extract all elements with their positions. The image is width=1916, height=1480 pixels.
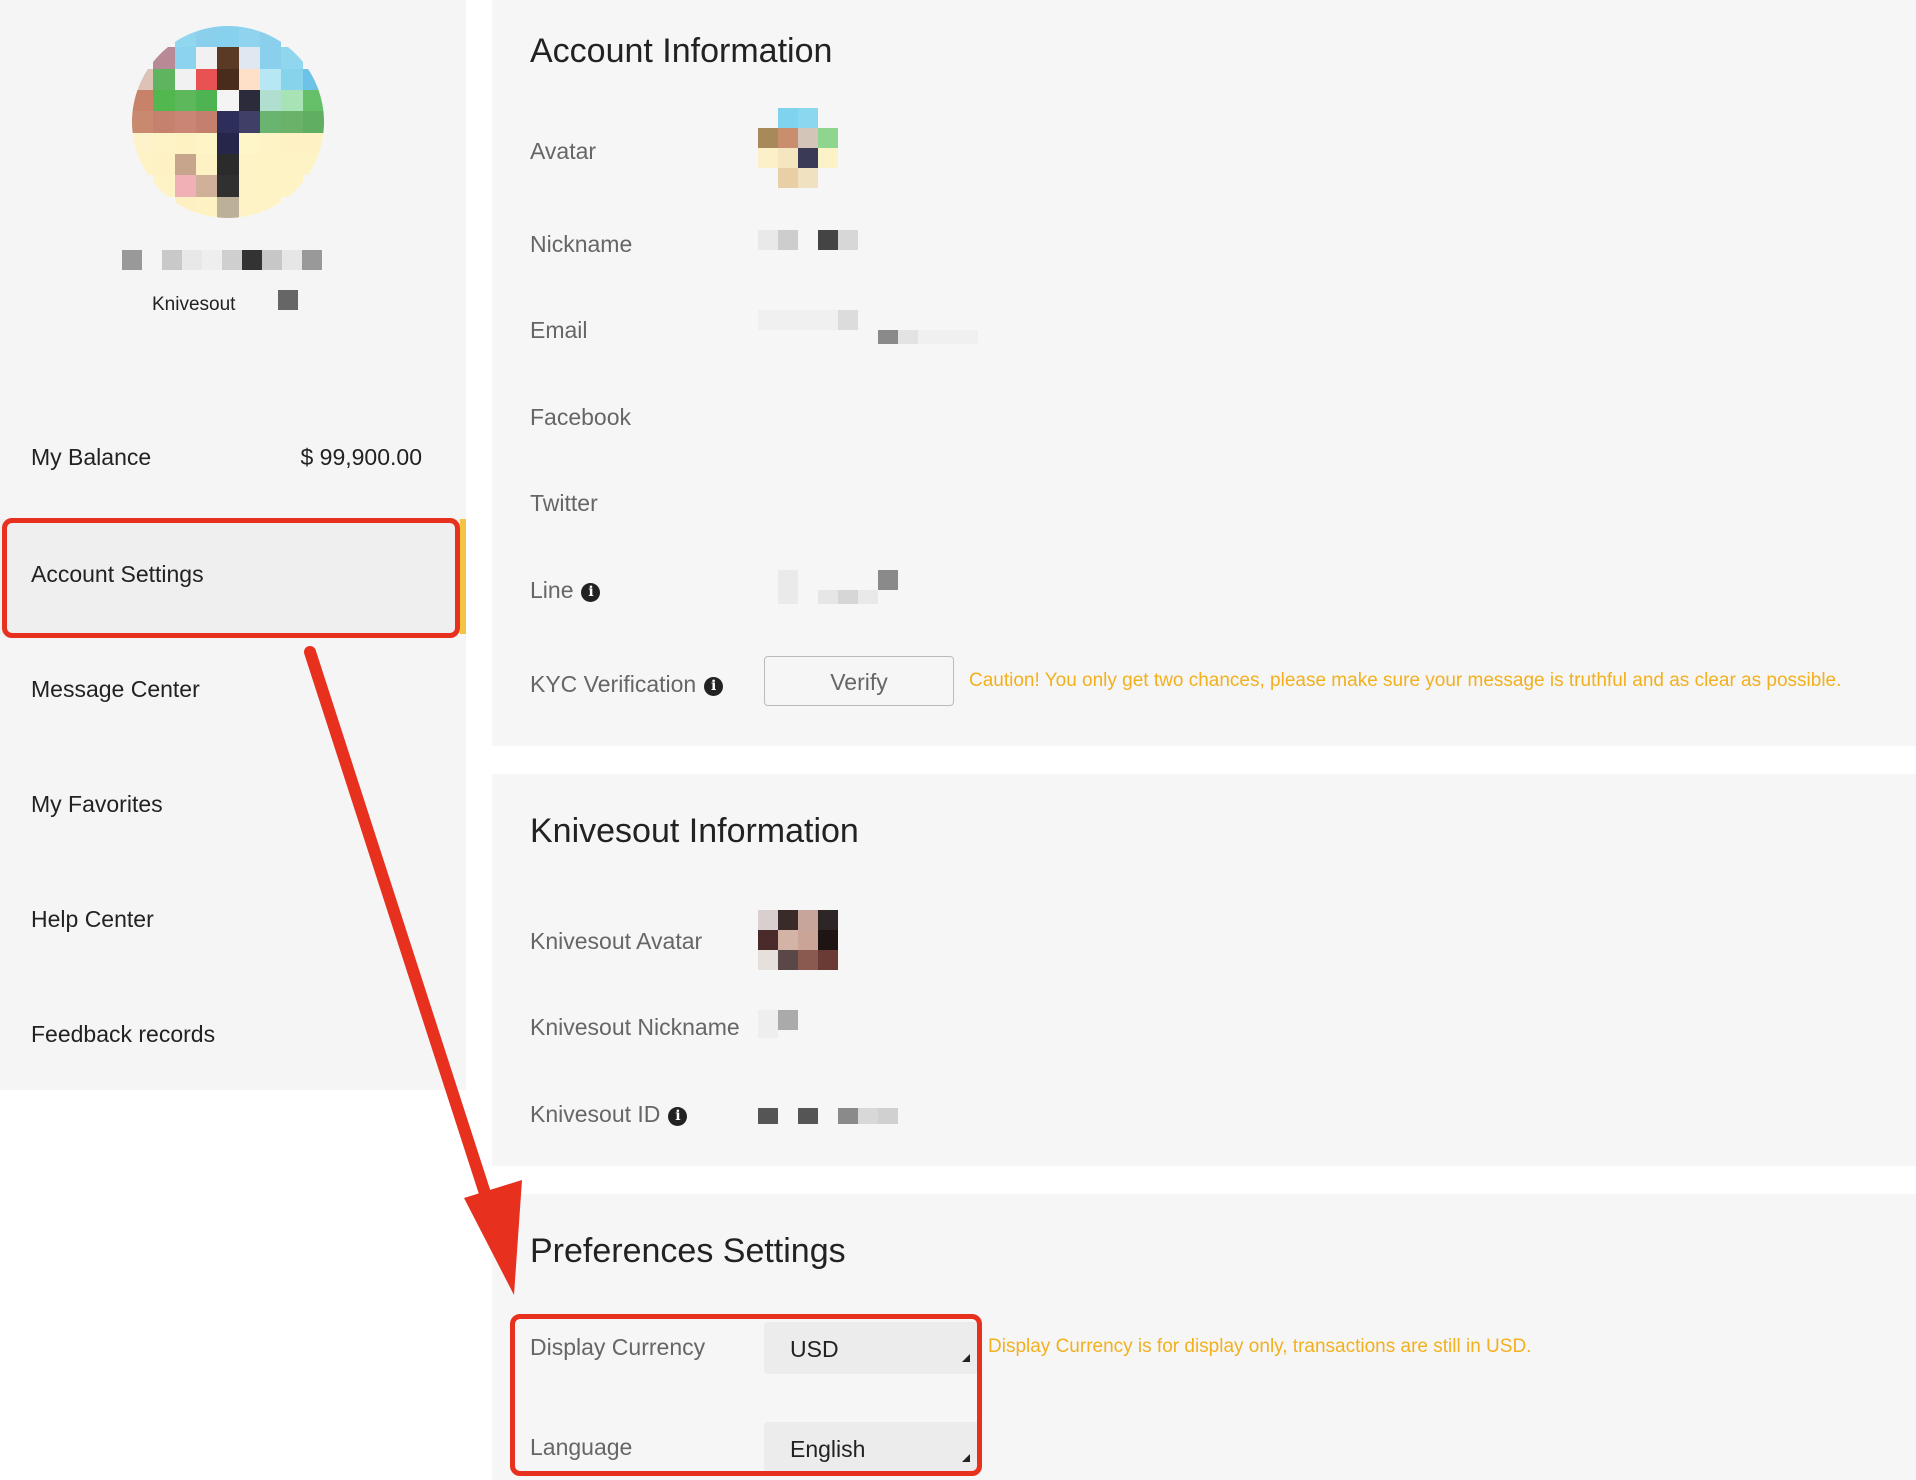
knivesout-id-redacted <box>758 1108 898 1124</box>
knivesout-id-label: Knivesout ID i <box>530 1101 688 1128</box>
line-label: Line i <box>530 577 601 604</box>
account-avatar[interactable] <box>758 108 838 188</box>
knivesout-information-title: Knivesout Information <box>530 812 859 850</box>
sidebar-item-my-favorites[interactable]: My Favorites <box>0 749 466 864</box>
kyc-caution-text: Caution! You only get two chances, pleas… <box>969 670 1842 691</box>
knivesout-nickname-redacted <box>758 1010 798 1038</box>
profile-nickname-redacted <box>122 250 322 270</box>
email-redacted <box>758 310 978 344</box>
highlight-box-preferences <box>510 1314 982 1476</box>
facebook-label: Facebook <box>530 404 632 430</box>
sidebar-item-label: Feedback records <box>31 1021 216 1047</box>
sidebar-item-label: Message Center <box>31 676 200 702</box>
kyc-label: KYC Verification i <box>530 671 724 698</box>
sidebar-item-feedback-records[interactable]: Feedback records <box>0 979 466 1094</box>
account-information-panel: Account Information Avatar Nickname Emai… <box>492 0 1916 746</box>
knivesout-id-label-text: Knivesout ID <box>530 1101 661 1127</box>
info-icon[interactable]: i <box>704 677 724 696</box>
profile-name-redacted <box>278 290 298 310</box>
nickname-redacted <box>758 230 858 250</box>
balance-value: $ 99,900.00 <box>300 444 422 470</box>
avatar-label: Avatar <box>530 138 597 164</box>
email-label: Email <box>530 317 588 343</box>
balance-row: My Balance $ 99,900.00 <box>0 430 466 484</box>
verify-button[interactable]: Verify <box>764 656 954 706</box>
user-avatar[interactable] <box>132 26 324 218</box>
display-currency-note: Display Currency is for display only, tr… <box>988 1336 1532 1357</box>
account-information-title: Account Information <box>530 32 833 70</box>
highlight-box-account-settings <box>2 518 460 638</box>
knivesout-nickname-label: Knivesout Nickname <box>530 1014 740 1040</box>
knivesout-avatar-label: Knivesout Avatar <box>530 928 703 954</box>
info-icon[interactable]: i <box>581 583 601 602</box>
nickname-label: Nickname <box>530 231 633 257</box>
preferences-settings-title: Preferences Settings <box>530 1232 846 1270</box>
kyc-label-text: KYC Verification <box>530 671 697 697</box>
twitter-label: Twitter <box>530 490 598 516</box>
line-label-text: Line <box>530 577 574 603</box>
knivesout-information-panel: Knivesout Information Knivesout Avatar K… <box>492 774 1916 1166</box>
profile-card: Knivesout <box>0 0 466 340</box>
balance-label: My Balance <box>31 444 152 470</box>
knivesout-avatar[interactable] <box>758 910 838 970</box>
profile-name: Knivesout <box>152 294 236 315</box>
sidebar-item-label: My Favorites <box>31 791 163 817</box>
line-redacted <box>778 570 898 604</box>
sidebar-item-help-center[interactable]: Help Center <box>0 864 466 979</box>
info-icon[interactable]: i <box>668 1107 688 1126</box>
sidebar-item-message-center[interactable]: Message Center <box>0 634 466 749</box>
sidebar-item-label: Help Center <box>31 906 154 932</box>
